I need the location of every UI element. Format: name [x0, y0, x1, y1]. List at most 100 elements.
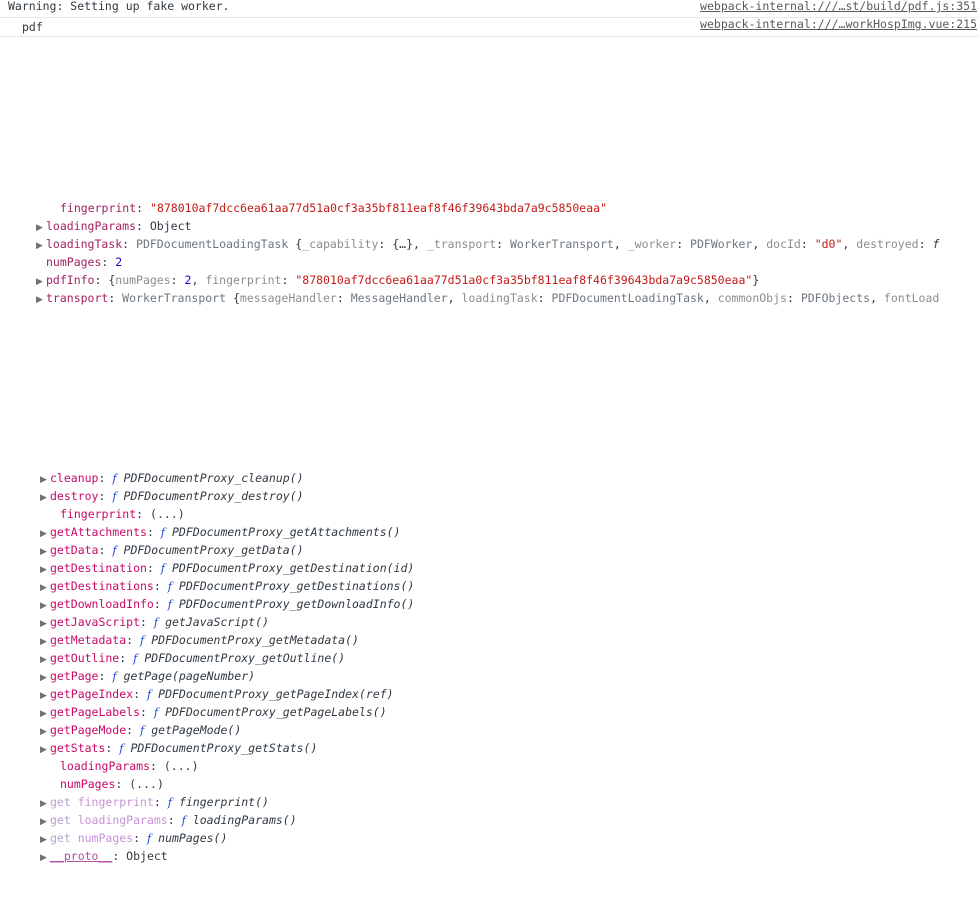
tree-node-proto-member[interactable]: ▶ getAttachments: f PDFDocumentProxy_getA…: [0, 523, 979, 541]
tree-node-proto-member[interactable]: loadingParams: (...): [0, 757, 979, 775]
property-value: Object: [126, 849, 168, 863]
property-separator: :: [146, 561, 161, 575]
disclosure-triangle-collapsed-icon[interactable]: ▶: [36, 237, 46, 253]
property-value: f PDFDocumentProxy_getAttachments(): [160, 525, 401, 539]
tree-node-proto-member[interactable]: ▶ getMetadata: f PDFDocumentProxy_getMeta…: [0, 631, 979, 649]
disclosure-triangle-collapsed-icon[interactable]: ▶: [40, 849, 50, 865]
tree-node-proto-member[interactable]: ▶ cleanup: f PDFDocumentProxy_cleanup(): [0, 469, 979, 487]
tree-node-property[interactable]: fingerprint: "878010af7dcc6ea61aa77d51a0…: [0, 199, 979, 217]
tree-node-proto-member[interactable]: ▶ getDestination: f PDFDocumentProxy_getD…: [0, 559, 979, 577]
property-separator: :: [153, 579, 168, 593]
disclosure-triangle-collapsed-icon[interactable]: ▶: [40, 597, 50, 613]
tree-node-proto-member[interactable]: ▶ get numPages: f numPages(): [0, 829, 979, 847]
property-name: fingerprint: [60, 201, 137, 215]
property-value: f PDFDocumentProxy_destroy(): [112, 489, 304, 503]
tree-node-property[interactable]: ▶ transport: WorkerTransport {messageHand…: [0, 289, 979, 307]
property-separator: :: [108, 291, 123, 305]
property-name: getStats: [50, 741, 106, 755]
disclosure-triangle-collapsed-icon[interactable]: ▶: [40, 669, 50, 685]
disclosure-triangle-collapsed-icon[interactable]: ▶: [40, 489, 50, 505]
tree-node-proto-member[interactable]: ▶ destroy: f PDFDocumentProxy_destroy(): [0, 487, 979, 505]
tree-node-proto-member[interactable]: ▶ getPageIndex: f PDFDocumentProxy_getPag…: [0, 685, 979, 703]
disclosure-triangle-collapsed-icon[interactable]: ▶: [40, 705, 50, 721]
property-value: "878010af7dcc6ea61aa77d51a0cf3a35bf811ea…: [150, 201, 607, 215]
disclosure-triangle-collapsed-icon[interactable]: ▶: [40, 687, 50, 703]
property-separator: :: [133, 687, 147, 701]
tree-node-proto[interactable]: ▼ __proto__ :: [0, 379, 979, 397]
property-value: f getPageMode(): [140, 723, 242, 737]
tree-node-proto-member[interactable]: ▶ getJavaScript: f getJavaScript(): [0, 613, 979, 631]
property-name: numPages: [60, 777, 116, 791]
log-source-link[interactable]: webpack-internal:///…workHospImg.vue:215: [700, 15, 977, 33]
object-inspector-tree[interactable]: ▼ PDFDocumentProxy fingerprint: "878010a…: [0, 37, 979, 919]
tree-node-proto-member[interactable]: ▶ getData: f PDFDocumentProxy_getData(): [0, 541, 979, 559]
disclosure-triangle-collapsed-icon[interactable]: ▶: [40, 795, 50, 811]
tree-node-property[interactable]: numPages: 2: [0, 253, 979, 271]
disclosure-triangle-collapsed-icon[interactable]: ▶: [40, 741, 50, 757]
property-separator: :: [140, 705, 154, 719]
tree-node-proto-member[interactable]: ▶ get fingerprint: f fingerprint(): [0, 793, 979, 811]
property-name: __proto__: [50, 849, 113, 863]
tree-node-proto-member[interactable]: ▶ __proto__: Object: [0, 847, 979, 865]
tree-node-proto-member[interactable]: ▶ getOutline: f PDFDocumentProxy_getOutli…: [0, 649, 979, 667]
property-name: getPageMode: [50, 723, 127, 737]
disclosure-triangle-collapsed-icon[interactable]: ▶: [40, 813, 50, 829]
property-separator: :: [122, 237, 137, 251]
tree-node-proto-member[interactable]: ▶ get loadingParams: f loadingParams(): [0, 811, 979, 829]
tree-node-proto-member[interactable]: fingerprint: (...): [0, 505, 979, 523]
devtools-console-panel[interactable]: Warning: Setting up fake worker. webpack…: [0, 0, 979, 863]
disclosure-triangle-collapsed-icon[interactable]: ▶: [40, 579, 50, 595]
property-name: numPages: [46, 255, 102, 269]
tree-node-proto-member[interactable]: ▶ getPage: f getPage(pageNumber): [0, 667, 979, 685]
property-name: loadingParams: [46, 219, 137, 233]
disclosure-triangle-collapsed-icon[interactable]: ▶: [40, 651, 50, 667]
tree-node-proto-member[interactable]: ▶ getPageMode: f getPageMode(): [0, 721, 979, 739]
property-separator: :: [98, 489, 113, 503]
disclosure-triangle-collapsed-icon[interactable]: ▶: [40, 723, 50, 739]
tree-node-property[interactable]: ▶ loadingTask: PDFDocumentLoadingTask {_c…: [0, 235, 979, 253]
property-value: f PDFDocumentProxy_getPageLabels(): [153, 705, 387, 719]
property-value: f PDFDocumentProxy_getPageIndex(ref): [146, 687, 394, 701]
property-value: (...): [150, 507, 185, 521]
property-name: getOutline: [50, 651, 120, 665]
property-name: getJavaScript: [50, 615, 141, 629]
property-separator: :: [98, 471, 113, 485]
disclosure-triangle-collapsed-icon[interactable]: ▶: [40, 471, 50, 487]
property-separator: :: [133, 831, 147, 845]
tree-node-proto-member[interactable]: ▶ getStats: f PDFDocumentProxy_getStats(): [0, 739, 979, 757]
property-value: Object: [149, 219, 192, 233]
property-name: getDestination: [50, 561, 147, 575]
property-separator: :: [146, 525, 161, 539]
property-separator: :: [136, 201, 151, 215]
disclosure-triangle-collapsed-icon[interactable]: ▶: [36, 219, 46, 235]
property-separator: :: [105, 741, 120, 755]
property-name: getDestinations: [50, 579, 154, 593]
disclosure-triangle-collapsed-icon[interactable]: ▶: [40, 831, 50, 847]
tree-node-root[interactable]: ▼ PDFDocumentProxy: [0, 109, 979, 127]
disclosure-triangle-collapsed-icon[interactable]: ▶: [40, 615, 50, 631]
warning-source-link[interactable]: webpack-internal:///…st/build/pdf.js:351: [700, 0, 977, 15]
tree-node-proto-member[interactable]: numPages: (...): [0, 775, 979, 793]
tree-node-property[interactable]: ▶ pdfInfo: {numPages: 2, fingerprint: "87…: [0, 271, 979, 289]
property-value: f PDFDocumentProxy_getData(): [112, 543, 304, 557]
property-value: f numPages(): [146, 831, 228, 845]
property-name: pdfInfo: [46, 273, 95, 287]
property-separator: :: [119, 651, 134, 665]
tree-node-proto-member[interactable]: ▶ getDownloadInfo: f PDFDocumentProxy_get…: [0, 595, 979, 613]
property-value: f PDFDocumentProxy_getMetadata(): [140, 633, 359, 647]
disclosure-triangle-collapsed-icon[interactable]: ▶: [36, 291, 46, 307]
tree-node-proto-member[interactable]: ▶ getPageLabels: f PDFDocumentProxy_getPa…: [0, 703, 979, 721]
tree-node-proto-member[interactable]: ▶ getDestinations: f PDFDocumentProxy_get…: [0, 577, 979, 595]
property-name: getPage: [50, 669, 99, 683]
disclosure-triangle-collapsed-icon[interactable]: ▶: [40, 525, 50, 541]
property-name: destroy: [50, 489, 99, 503]
property-name: transport: [46, 291, 109, 305]
disclosure-triangle-collapsed-icon[interactable]: ▶: [40, 543, 50, 559]
property-value: f PDFDocumentProxy_getDownloadInfo(): [167, 597, 415, 611]
property-separator: :: [140, 615, 154, 629]
disclosure-triangle-collapsed-icon[interactable]: ▶: [40, 561, 50, 577]
console-log-message-pdf[interactable]: pdf webpack-internal:///…workHospImg.vue…: [0, 15, 979, 37]
disclosure-triangle-collapsed-icon[interactable]: ▶: [40, 633, 50, 649]
tree-node-property[interactable]: ▶ loadingParams: Object: [0, 217, 979, 235]
disclosure-triangle-collapsed-icon[interactable]: ▶: [36, 273, 46, 289]
